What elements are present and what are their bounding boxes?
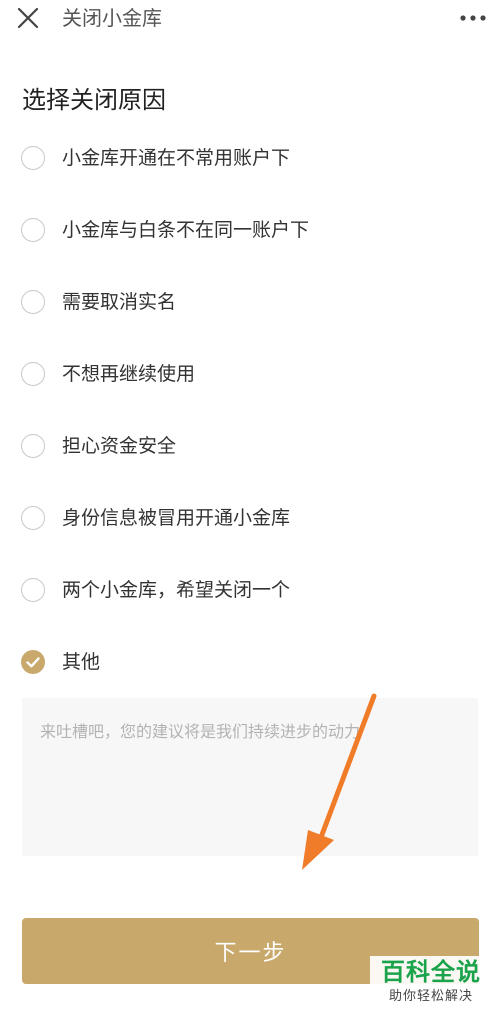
reason-label: 小金库开通在不常用账户下 — [62, 147, 291, 169]
more-icon[interactable] — [458, 6, 488, 30]
reason-label: 两个小金库，希望关闭一个 — [62, 579, 291, 601]
header-bar: 关闭小金库 — [0, 0, 500, 38]
reason-option-fund-safety[interactable]: 担心资金安全 — [0, 412, 500, 484]
reason-label: 不想再继续使用 — [62, 363, 196, 385]
reason-option-unused-account[interactable]: 小金库开通在不常用账户下 — [0, 124, 500, 196]
close-icon[interactable] — [16, 6, 40, 30]
reason-option-identity-misused[interactable]: 身份信息被冒用开通小金库 — [0, 484, 500, 556]
reason-label: 身份信息被冒用开通小金库 — [62, 507, 291, 529]
page-title: 关闭小金库 — [62, 6, 162, 30]
reason-option-different-account[interactable]: 小金库与白条不在同一账户下 — [0, 196, 500, 268]
close-vault-page: 关闭小金库 选择关闭原因 小金库开通在不常用账户下 小金库与白条不在同一账户下 … — [0, 0, 500, 1020]
reason-list: 小金库开通在不常用账户下 小金库与白条不在同一账户下 需要取消实名 不想再继续使… — [0, 124, 500, 700]
radio-checked-icon[interactable] — [21, 650, 45, 674]
reason-label: 小金库与白条不在同一账户下 — [62, 219, 310, 241]
watermark-title: 百科全说 — [381, 958, 481, 986]
reason-label: 需要取消实名 — [62, 291, 177, 313]
watermark-subtitle: 助你轻松解决 — [388, 989, 473, 1004]
reason-label: 其他 — [62, 651, 101, 673]
reason-option-two-vaults[interactable]: 两个小金库，希望关闭一个 — [0, 556, 500, 628]
radio-unchecked-icon[interactable] — [21, 434, 45, 458]
radio-unchecked-icon[interactable] — [21, 290, 45, 314]
radio-unchecked-icon[interactable] — [21, 146, 45, 170]
radio-unchecked-icon[interactable] — [21, 362, 45, 386]
reason-option-other[interactable]: 其他 — [0, 628, 500, 700]
reason-label: 担心资金安全 — [62, 435, 177, 457]
feedback-textarea[interactable] — [22, 698, 478, 856]
radio-unchecked-icon[interactable] — [21, 218, 45, 242]
section-title: 选择关闭原因 — [22, 86, 166, 114]
radio-unchecked-icon[interactable] — [21, 578, 45, 602]
reason-option-cancel-realname[interactable]: 需要取消实名 — [0, 268, 500, 340]
radio-unchecked-icon[interactable] — [21, 506, 45, 530]
watermark-logo: 百科全说 助你轻松解决 — [370, 956, 492, 1016]
reason-option-stop-using[interactable]: 不想再继续使用 — [0, 340, 500, 412]
